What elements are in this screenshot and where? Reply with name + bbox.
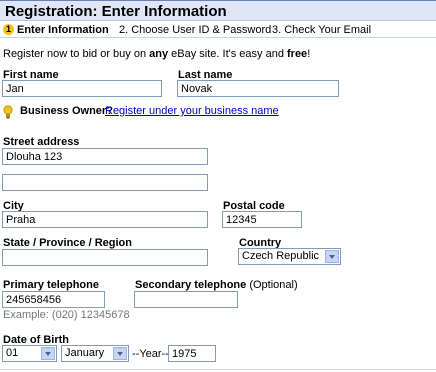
step-enter-information: Enter Information xyxy=(17,24,109,36)
primary-telephone-label: Primary telephone xyxy=(3,279,99,291)
birth-day-value: 01 xyxy=(6,347,19,359)
chevron-down-icon[interactable] xyxy=(41,347,55,360)
divider xyxy=(0,369,436,370)
telephone-example: Example: (020) 12345678 xyxy=(3,309,130,321)
street-address-field[interactable] xyxy=(2,148,208,165)
street-address-line2-field[interactable] xyxy=(2,174,208,191)
current-step-badge: 1 xyxy=(3,24,14,35)
primary-telephone-field[interactable] xyxy=(2,291,105,308)
state-label: State / Province / Region xyxy=(3,237,132,249)
birth-year-field[interactable] xyxy=(168,345,216,362)
chevron-down-icon[interactable] xyxy=(113,347,127,360)
last-name-field[interactable] xyxy=(177,80,339,97)
optional-note: (Optional) xyxy=(249,279,298,291)
birth-month-select[interactable]: January xyxy=(61,345,129,362)
birth-day-select[interactable]: 01 xyxy=(2,345,57,362)
intro-text: Register now to bid or buy on any eBay s… xyxy=(3,48,311,60)
postal-code-field[interactable] xyxy=(222,211,302,228)
street-address-label: Street address xyxy=(3,136,80,148)
year-separator: --Year-- xyxy=(132,348,169,360)
country-select-value: Czech Republic xyxy=(242,250,320,262)
birth-month-value: January xyxy=(65,347,105,359)
secondary-telephone-field[interactable] xyxy=(134,291,238,308)
page-title: Registration: Enter Information xyxy=(5,3,227,20)
business-owner-label: Business Owner? xyxy=(20,105,113,117)
step-check-email: 3. Check Your Email xyxy=(272,24,372,36)
state-field[interactable] xyxy=(2,249,208,266)
lightbulb-icon xyxy=(3,105,13,119)
country-select[interactable]: Czech Republic xyxy=(238,248,341,265)
step-choose-user-id: 2. Choose User ID & Password xyxy=(119,24,272,36)
page-header: Registration: Enter Information xyxy=(0,0,436,21)
city-field[interactable] xyxy=(2,211,208,228)
chevron-down-icon[interactable] xyxy=(325,250,339,263)
secondary-telephone-label: Secondary telephone (Optional) xyxy=(135,279,298,291)
first-name-field[interactable] xyxy=(2,80,162,97)
progress-steps: 1 Enter Information 2. Choose User ID & … xyxy=(0,21,436,38)
business-register-link[interactable]: Register under your business name xyxy=(105,105,279,117)
